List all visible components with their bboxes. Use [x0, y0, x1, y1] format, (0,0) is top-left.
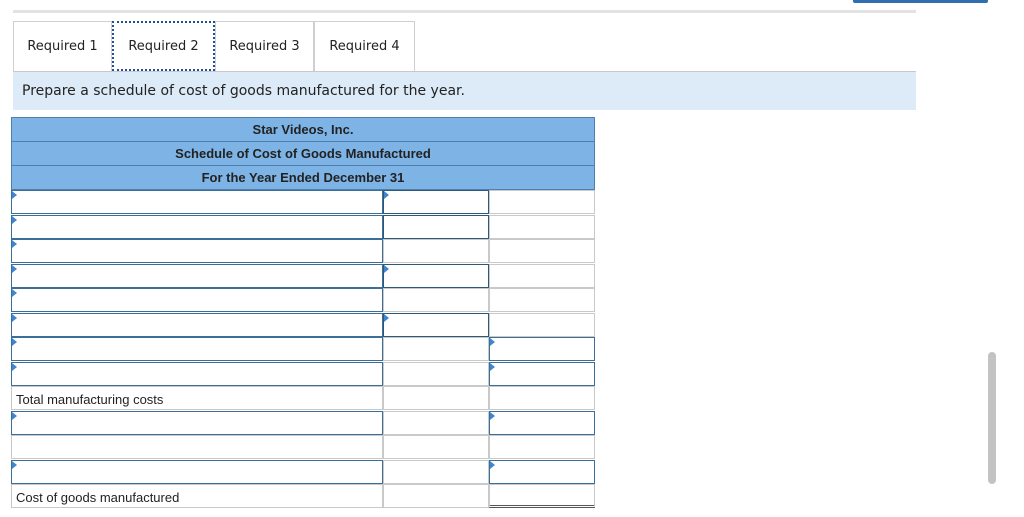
amount-cell	[383, 337, 489, 361]
total-cell	[489, 263, 595, 288]
label-input[interactable]	[11, 288, 383, 312]
total-cell	[489, 288, 595, 312]
total-input[interactable]	[489, 361, 595, 386]
label-input[interactable]	[11, 410, 383, 435]
cogm-total-cell	[489, 484, 595, 508]
cogm-label-cell: Cost of goods manufactured	[11, 484, 383, 508]
schedule-title: Schedule of Cost of Goods Manufactured	[11, 141, 595, 166]
required-tabs: Required 1 Required 2 Required 3 Require…	[13, 21, 415, 71]
top-divider	[13, 10, 916, 13]
table-row	[11, 337, 595, 362]
table-row	[11, 361, 595, 387]
amount-cell	[383, 361, 489, 386]
schedule-worksheet: Star Videos, Inc. Schedule of Cost of Go…	[11, 117, 595, 509]
total-cell	[489, 239, 595, 263]
amount-input[interactable]	[383, 263, 489, 288]
total-cell	[489, 386, 595, 410]
total-input[interactable]	[489, 410, 595, 435]
label-input[interactable]	[11, 263, 383, 288]
dropdown-marker-icon	[12, 460, 17, 469]
table-row	[11, 410, 595, 436]
amount-cell	[383, 386, 489, 410]
total-manufacturing-label: Total manufacturing costs	[16, 392, 164, 407]
tab-required-2[interactable]: Required 2	[112, 21, 215, 71]
total-input[interactable]	[489, 337, 595, 361]
label-input[interactable]	[11, 459, 383, 484]
instruction-text: Prepare a schedule of cost of goods manu…	[22, 83, 465, 99]
top-button-edge[interactable]	[853, 0, 988, 3]
dropdown-marker-icon	[384, 191, 389, 199]
dropdown-marker-icon	[12, 191, 17, 199]
dropdown-marker-icon	[490, 460, 495, 469]
table-row: Cost of goods manufactured	[11, 484, 595, 509]
total-manufacturing-label-cell: Total manufacturing costs	[11, 386, 383, 410]
table-row	[11, 459, 595, 485]
amount-input[interactable]	[383, 214, 489, 239]
table-row	[11, 435, 595, 460]
label-input[interactable]	[11, 361, 383, 386]
amount-input[interactable]	[383, 312, 489, 337]
amount-cell	[383, 288, 489, 312]
label-input[interactable]	[11, 239, 383, 263]
scrollbar-thumb[interactable]	[988, 352, 996, 484]
total-cell	[489, 214, 595, 239]
total-cell	[489, 190, 595, 214]
label-input[interactable]	[11, 312, 383, 337]
amount-cell	[383, 410, 489, 435]
dropdown-marker-icon	[12, 411, 17, 420]
amount-cell	[383, 435, 489, 459]
dropdown-marker-icon	[12, 264, 17, 273]
amount-input[interactable]	[383, 190, 489, 214]
dropdown-marker-icon	[12, 313, 17, 322]
table-row	[11, 239, 595, 264]
blank-cell	[11, 435, 383, 459]
table-row	[11, 288, 595, 313]
label-input[interactable]	[11, 214, 383, 239]
table-row	[11, 190, 595, 215]
table-row	[11, 312, 595, 338]
dropdown-marker-icon	[12, 362, 17, 371]
instruction-banner: Prepare a schedule of cost of goods manu…	[13, 72, 916, 110]
total-input[interactable]	[489, 459, 595, 484]
schedule-period: For the Year Ended December 31	[11, 165, 595, 190]
cogm-label: Cost of goods manufactured	[16, 490, 180, 505]
tab-required-1[interactable]: Required 1	[13, 21, 112, 71]
dropdown-marker-icon	[384, 313, 389, 322]
company-name: Star Videos, Inc.	[11, 117, 595, 142]
amount-cell	[383, 239, 489, 263]
label-input[interactable]	[11, 337, 383, 361]
dropdown-marker-icon	[490, 338, 495, 346]
dropdown-marker-icon	[12, 215, 17, 224]
dropdown-marker-icon	[490, 411, 495, 420]
table-row	[11, 263, 595, 289]
total-cell	[489, 312, 595, 337]
dropdown-marker-icon	[490, 362, 495, 371]
tab-required-4[interactable]: Required 4	[314, 21, 415, 71]
dropdown-marker-icon	[12, 240, 17, 248]
table-row: Total manufacturing costs	[11, 386, 595, 411]
dropdown-marker-icon	[12, 289, 17, 297]
dropdown-marker-icon	[384, 264, 389, 273]
label-input[interactable]	[11, 190, 383, 214]
tab-required-3[interactable]: Required 3	[215, 21, 314, 71]
dropdown-marker-icon	[12, 338, 17, 346]
amount-cell	[383, 459, 489, 484]
table-row	[11, 214, 595, 240]
total-cell	[489, 435, 595, 459]
amount-cell	[383, 484, 489, 508]
